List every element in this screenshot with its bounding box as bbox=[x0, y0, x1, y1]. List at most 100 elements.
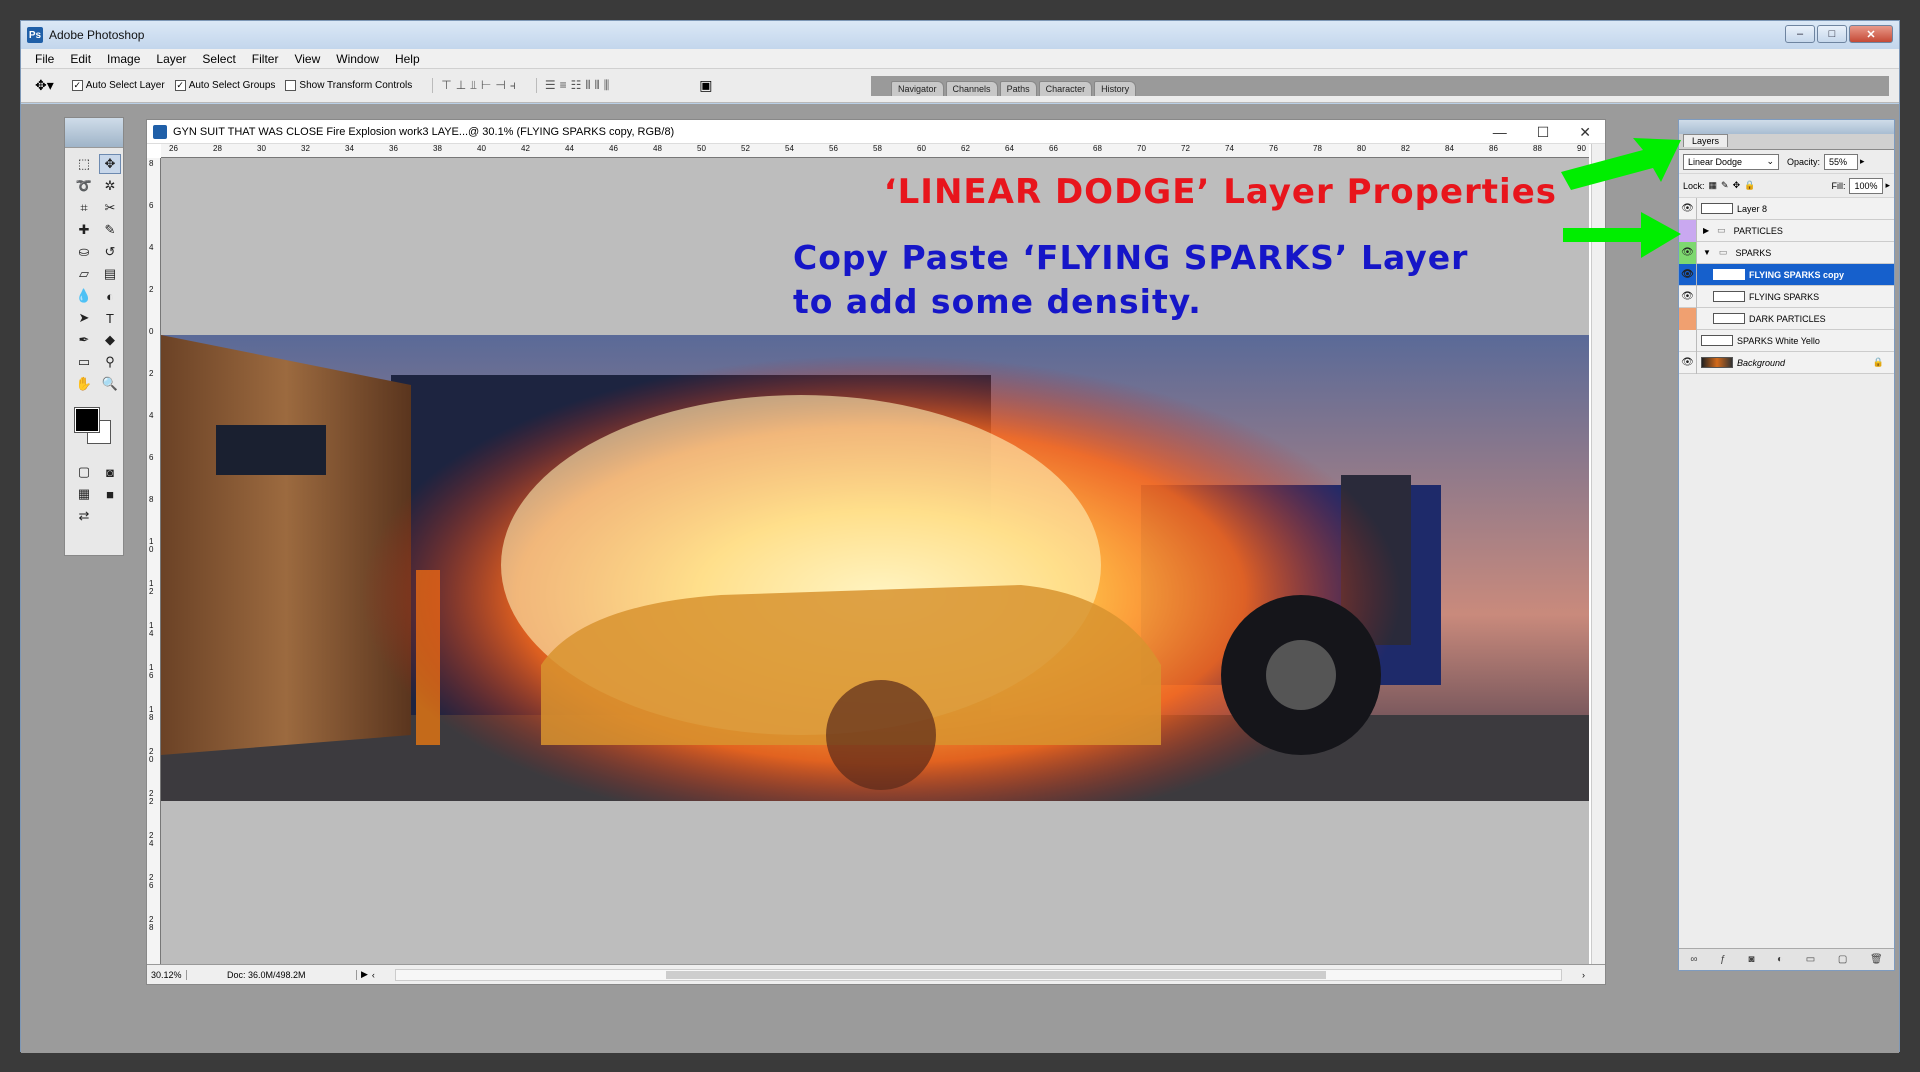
dodge-tool-icon[interactable]: ◐ bbox=[99, 286, 121, 306]
align-left-icon[interactable]: ⊢ bbox=[481, 78, 491, 93]
eyedropper-tool-icon[interactable]: ⚲ bbox=[99, 352, 121, 372]
new-layer-icon[interactable]: ▢ bbox=[1838, 954, 1847, 965]
eye-hidden-icon[interactable] bbox=[1679, 329, 1697, 352]
layer-row[interactable]: 👁 Background 🔒 bbox=[1679, 351, 1894, 374]
quick-mask-icon[interactable]: ◙ bbox=[99, 462, 121, 482]
expand-down-icon[interactable]: ▼ bbox=[1703, 248, 1711, 257]
history-brush-tool-icon[interactable]: ↺ bbox=[99, 242, 121, 262]
layer-row[interactable]: DARK PARTICLES bbox=[1679, 307, 1894, 330]
horizontal-scrollbar[interactable] bbox=[394, 968, 1562, 981]
lock-position-icon[interactable]: ✥ bbox=[1733, 180, 1741, 191]
layer-row[interactable]: 👁 FLYING SPARKS bbox=[1679, 285, 1894, 308]
menu-window[interactable]: Window bbox=[328, 52, 387, 66]
align-bottom-icon[interactable]: ⫫ bbox=[470, 78, 477, 93]
delete-layer-icon[interactable]: 🗑 bbox=[1870, 954, 1883, 965]
clone-stamp-tool-icon[interactable]: ⛀ bbox=[73, 242, 95, 262]
eye-icon[interactable]: 👁 bbox=[1679, 351, 1697, 374]
lock-all-icon[interactable]: 🔒 bbox=[1744, 180, 1755, 191]
tab-channels[interactable]: Channels bbox=[945, 81, 998, 96]
doc-close-button[interactable]: ✕ bbox=[1579, 124, 1591, 141]
eraser-tool-icon[interactable]: ▱ bbox=[73, 264, 95, 284]
lock-transparency-icon[interactable]: ▦ bbox=[1709, 180, 1718, 191]
healing-brush-tool-icon[interactable]: ✚ bbox=[73, 220, 95, 240]
tab-paths[interactable]: Paths bbox=[999, 81, 1037, 96]
menu-edit[interactable]: Edit bbox=[62, 52, 99, 66]
status-arrow-icon[interactable]: ▶ bbox=[357, 969, 372, 980]
full-screen-mode-icon[interactable]: ■ bbox=[99, 484, 121, 504]
auto-select-groups-checkbox[interactable]: ✓ Auto Select Groups bbox=[174, 80, 275, 91]
type-tool-icon[interactable]: T bbox=[99, 308, 121, 328]
eye-hidden-icon[interactable] bbox=[1679, 307, 1697, 330]
tab-history[interactable]: History bbox=[1094, 81, 1137, 96]
align-vcenter-icon[interactable]: ⊥ bbox=[456, 78, 466, 93]
canvas-area[interactable]: ‘LINEAR DODGE’ Layer Properties Copy Pas… bbox=[161, 158, 1589, 966]
magic-wand-tool-icon[interactable]: ✲ bbox=[99, 176, 121, 196]
blur-tool-icon[interactable]: 💧 bbox=[73, 286, 95, 306]
doc-maximize-button[interactable]: ☐ bbox=[1537, 124, 1550, 141]
menu-select[interactable]: Select bbox=[194, 52, 243, 66]
jump-to-imageready-icon[interactable]: ⇄ bbox=[73, 506, 95, 526]
fill-input[interactable]: 100% bbox=[1849, 177, 1884, 194]
opacity-input[interactable]: 55% bbox=[1824, 153, 1859, 170]
zoom-tool-icon[interactable]: 🔍 bbox=[99, 374, 121, 394]
layer-row[interactable]: ▶ ▭ PARTICLES bbox=[1679, 219, 1894, 242]
menu-image[interactable]: Image bbox=[99, 52, 148, 66]
layer-style-icon[interactable]: ƒ bbox=[1720, 954, 1726, 965]
menu-filter[interactable]: Filter bbox=[244, 52, 287, 66]
brush-tool-icon[interactable]: ✎ bbox=[99, 220, 121, 240]
menu-help[interactable]: Help bbox=[387, 52, 428, 66]
link-layers-icon[interactable]: ∞ bbox=[1690, 954, 1697, 965]
foreground-color-swatch[interactable] bbox=[74, 407, 100, 433]
new-group-icon[interactable]: ▭ bbox=[1806, 954, 1815, 965]
distribute-right-icon[interactable]: ⫼ bbox=[604, 78, 610, 93]
notes-tool-icon[interactable]: ▭ bbox=[73, 352, 95, 372]
eye-icon[interactable]: 👁 bbox=[1679, 197, 1697, 220]
align-top-icon[interactable]: ⊤ bbox=[441, 78, 451, 93]
align-hcenter-icon[interactable]: ⊣ bbox=[495, 78, 505, 93]
auto-select-layer-checkbox[interactable]: ✓ Auto Select Layer bbox=[71, 80, 165, 91]
blend-mode-select[interactable]: Linear Dodge ⌄ bbox=[1683, 153, 1779, 170]
move-tool-icon[interactable]: ✥ bbox=[99, 154, 121, 174]
vertical-scrollbar[interactable] bbox=[1591, 144, 1605, 966]
distribute-bottom-icon[interactable]: ☷ bbox=[571, 78, 582, 93]
horizontal-scroll-thumb[interactable] bbox=[665, 970, 1326, 979]
doc-minimize-button[interactable]: — bbox=[1493, 124, 1507, 141]
scroll-right-icon[interactable]: › bbox=[1582, 970, 1605, 980]
hand-tool-icon[interactable]: ✋ bbox=[73, 374, 95, 394]
eye-icon[interactable]: 👁 bbox=[1679, 285, 1697, 308]
shape-tool-icon[interactable]: ◆ bbox=[99, 330, 121, 350]
menu-layer[interactable]: Layer bbox=[148, 52, 194, 66]
expand-right-icon[interactable]: ▶ bbox=[1703, 226, 1709, 235]
layer-row[interactable]: 👁 ▼ ▭ SPARKS bbox=[1679, 241, 1894, 264]
layer-row[interactable]: SPARKS White Yello bbox=[1679, 329, 1894, 352]
standard-mode-icon[interactable]: ▢ bbox=[73, 462, 95, 482]
layer-row[interactable]: 👁 Layer 8 bbox=[1679, 197, 1894, 220]
menu-view[interactable]: View bbox=[286, 52, 328, 66]
file-browser-icon[interactable]: ▣ bbox=[699, 77, 712, 94]
zoom-level[interactable]: 30.12% bbox=[147, 969, 187, 980]
close-button[interactable]: ✕ bbox=[1849, 25, 1893, 43]
distribute-vcenter-icon[interactable]: ≡ bbox=[560, 78, 567, 93]
pen-tool-icon[interactable]: ✒ bbox=[73, 330, 95, 350]
path-selection-tool-icon[interactable]: ➤ bbox=[73, 308, 95, 328]
align-right-icon[interactable]: ⫞ bbox=[510, 78, 516, 93]
tab-layers[interactable]: Layers bbox=[1683, 134, 1729, 147]
tab-character[interactable]: Character bbox=[1038, 81, 1093, 96]
menu-file[interactable]: File bbox=[27, 52, 62, 66]
eye-icon[interactable]: 👁 bbox=[1679, 241, 1697, 264]
gradient-tool-icon[interactable]: ▤ bbox=[99, 264, 121, 284]
crop-tool-icon[interactable]: ⌗ bbox=[73, 198, 95, 218]
distribute-top-icon[interactable]: ☰ bbox=[545, 78, 556, 93]
layer-row[interactable]: 👁 FLYING SPARKS copy bbox=[1679, 263, 1894, 286]
scroll-left-icon[interactable]: ‹ bbox=[372, 970, 375, 980]
distribute-hcenter-icon[interactable]: ⫴ bbox=[595, 78, 600, 93]
show-transform-controls-checkbox[interactable]: Show Transform Controls bbox=[285, 80, 412, 91]
marquee-tool-icon[interactable]: ⬚ bbox=[73, 154, 95, 174]
lasso-tool-icon[interactable]: ➰ bbox=[73, 176, 95, 196]
eye-icon[interactable]: 👁 bbox=[1679, 263, 1697, 286]
opacity-arrow-icon[interactable]: ▸ bbox=[1860, 156, 1865, 167]
minimize-button[interactable]: – bbox=[1785, 25, 1815, 43]
adjustment-layer-icon[interactable]: ◐ bbox=[1777, 954, 1783, 965]
layer-mask-icon[interactable]: ◙ bbox=[1748, 954, 1754, 965]
slice-tool-icon[interactable]: ✂ bbox=[99, 198, 121, 218]
